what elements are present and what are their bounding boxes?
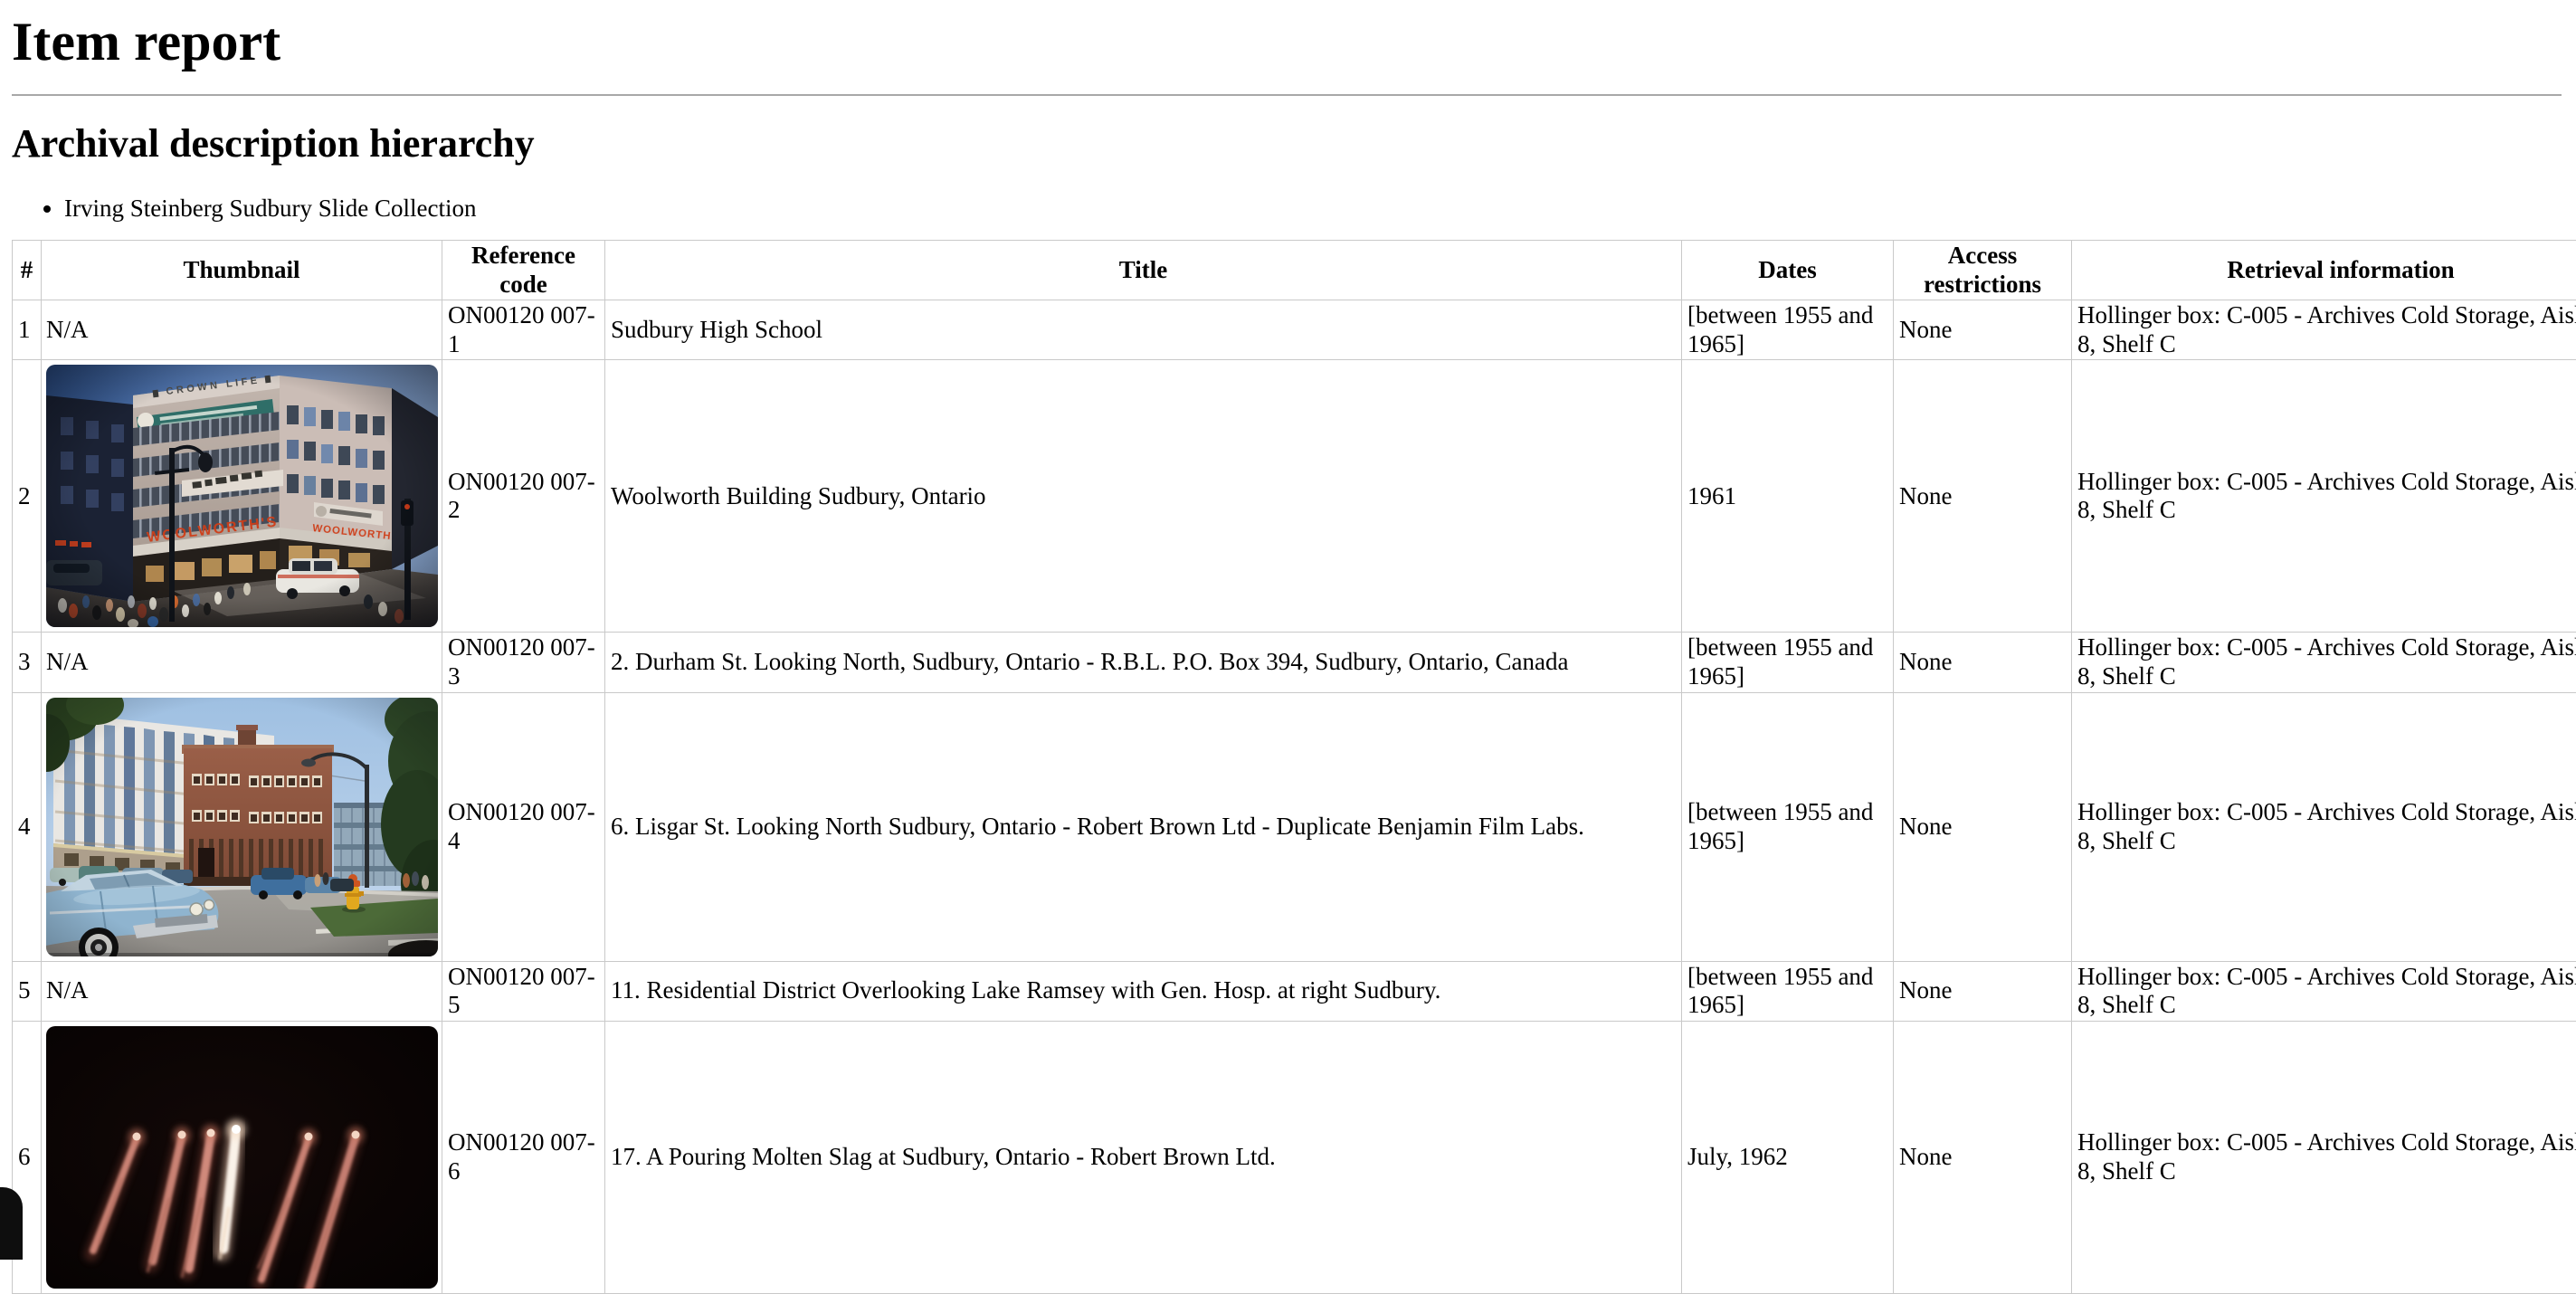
cell-retrieval-information: Hollinger box: C-005 - Archives Cold Sto… [2072, 1021, 2576, 1293]
cell-reference-code: ON00120 007-3 [442, 633, 605, 692]
cell-retrieval-information: Hollinger box: C-005 - Archives Cold Sto… [2072, 360, 2576, 633]
cell-title: 11. Residential District Overlooking Lak… [605, 961, 1682, 1021]
cell-access-restrictions: None [1894, 300, 2072, 360]
cell-thumbnail: N/A [42, 633, 442, 692]
molten-slag-photo [46, 1026, 438, 1289]
report-table-header: # Thumbnail Reference code Title Dates A… [13, 241, 2576, 300]
cell-number: 3 [13, 633, 42, 692]
cell-access-restrictions: None [1894, 360, 2072, 633]
cell-number: 6 [13, 1021, 42, 1293]
cell-number: 2 [13, 360, 42, 633]
report-table-body: 1 N/A ON00120 007-1 Sudbury High School … [13, 300, 2576, 1293]
header-access-restrictions: Access restrictions [1894, 241, 2072, 300]
table-row: 4 [13, 692, 2576, 961]
cell-retrieval-information: Hollinger box: C-005 - Archives Cold Sto… [2072, 692, 2576, 961]
hierarchy-item: Irving Steinberg Sudbury Slide Collectio… [64, 195, 2576, 224]
lisgar-street-photo [46, 698, 438, 956]
cell-thumbnail [42, 1021, 442, 1293]
cell-access-restrictions: None [1894, 692, 2072, 961]
hierarchy-list: Irving Steinberg Sudbury Slide Collectio… [12, 195, 2576, 224]
cell-access-restrictions: None [1894, 961, 2072, 1021]
cell-number: 1 [13, 300, 42, 360]
cell-reference-code: ON00120 007-5 [442, 961, 605, 1021]
cell-access-restrictions: None [1894, 633, 2072, 692]
cell-number: 5 [13, 961, 42, 1021]
cell-reference-code: ON00120 007-2 [442, 360, 605, 633]
cell-retrieval-information: Hollinger box: C-005 - Archives Cold Sto… [2072, 633, 2576, 692]
cell-retrieval-information: Hollinger box: C-005 - Archives Cold Sto… [2072, 961, 2576, 1021]
table-row: 6 [13, 1021, 2576, 1293]
header-retrieval-information: Retrieval information [2072, 241, 2576, 300]
header-reference-code: Reference code [442, 241, 605, 300]
report-page: Item report Archival description hierarc… [0, 11, 2576, 1294]
cell-dates: [between 1955 and 1965] [1682, 692, 1894, 961]
cell-title: 17. A Pouring Molten Slag at Sudbury, On… [605, 1021, 1682, 1293]
cell-thumbnail: CROWN LIFE WOOLWORTH'S WOOLWORTH'S [42, 360, 442, 633]
table-row: 2 CROWN LIFE [13, 360, 2576, 633]
cell-dates: [between 1955 and 1965] [1682, 300, 1894, 360]
thumbnail-photo-lisgar [46, 698, 438, 956]
table-row: 5 N/A ON00120 007-5 11. Residential Dist… [13, 961, 2576, 1021]
cell-title: 2. Durham St. Looking North, Sudbury, On… [605, 633, 1682, 692]
cell-dates: July, 1962 [1682, 1021, 1894, 1293]
cell-reference-code: ON00120 007-1 [442, 300, 605, 360]
cell-reference-code: ON00120 007-6 [442, 1021, 605, 1293]
cell-title: 6. Lisgar St. Looking North Sudbury, Ont… [605, 692, 1682, 961]
header-row: # Thumbnail Reference code Title Dates A… [13, 241, 2576, 300]
table-row: 3 N/A ON00120 007-3 2. Durham St. Lookin… [13, 633, 2576, 692]
cell-retrieval-information: Hollinger box: C-005 - Archives Cold Sto… [2072, 300, 2576, 360]
cell-number: 4 [13, 692, 42, 961]
cell-thumbnail [42, 692, 442, 961]
thumbnail-photo-woolworth: CROWN LIFE WOOLWORTH'S WOOLWORTH'S [46, 365, 438, 627]
header-number: # [13, 241, 42, 300]
table-row: 1 N/A ON00120 007-1 Sudbury High School … [13, 300, 2576, 360]
section-heading: Archival description hierarchy [12, 121, 2576, 167]
cell-thumbnail: N/A [42, 961, 442, 1021]
woolworth-building-photo: CROWN LIFE WOOLWORTH'S WOOLWORTH'S [46, 365, 438, 627]
cell-dates: [between 1955 and 1965] [1682, 633, 1894, 692]
page-title: Item report [12, 11, 2576, 73]
header-title: Title [605, 241, 1682, 300]
cell-access-restrictions: None [1894, 1021, 2072, 1293]
cell-dates: 1961 [1682, 360, 1894, 633]
cell-dates: [between 1955 and 1965] [1682, 961, 1894, 1021]
cell-thumbnail: N/A [42, 300, 442, 360]
thumbnail-photo-slag [46, 1026, 438, 1289]
cell-title: Woolworth Building Sudbury, Ontario [605, 360, 1682, 633]
header-dates: Dates [1682, 241, 1894, 300]
cell-reference-code: ON00120 007-4 [442, 692, 605, 961]
report-table: # Thumbnail Reference code Title Dates A… [12, 240, 2576, 1294]
header-thumbnail: Thumbnail [42, 241, 442, 300]
divider [12, 94, 2562, 96]
cell-title: Sudbury High School [605, 300, 1682, 360]
